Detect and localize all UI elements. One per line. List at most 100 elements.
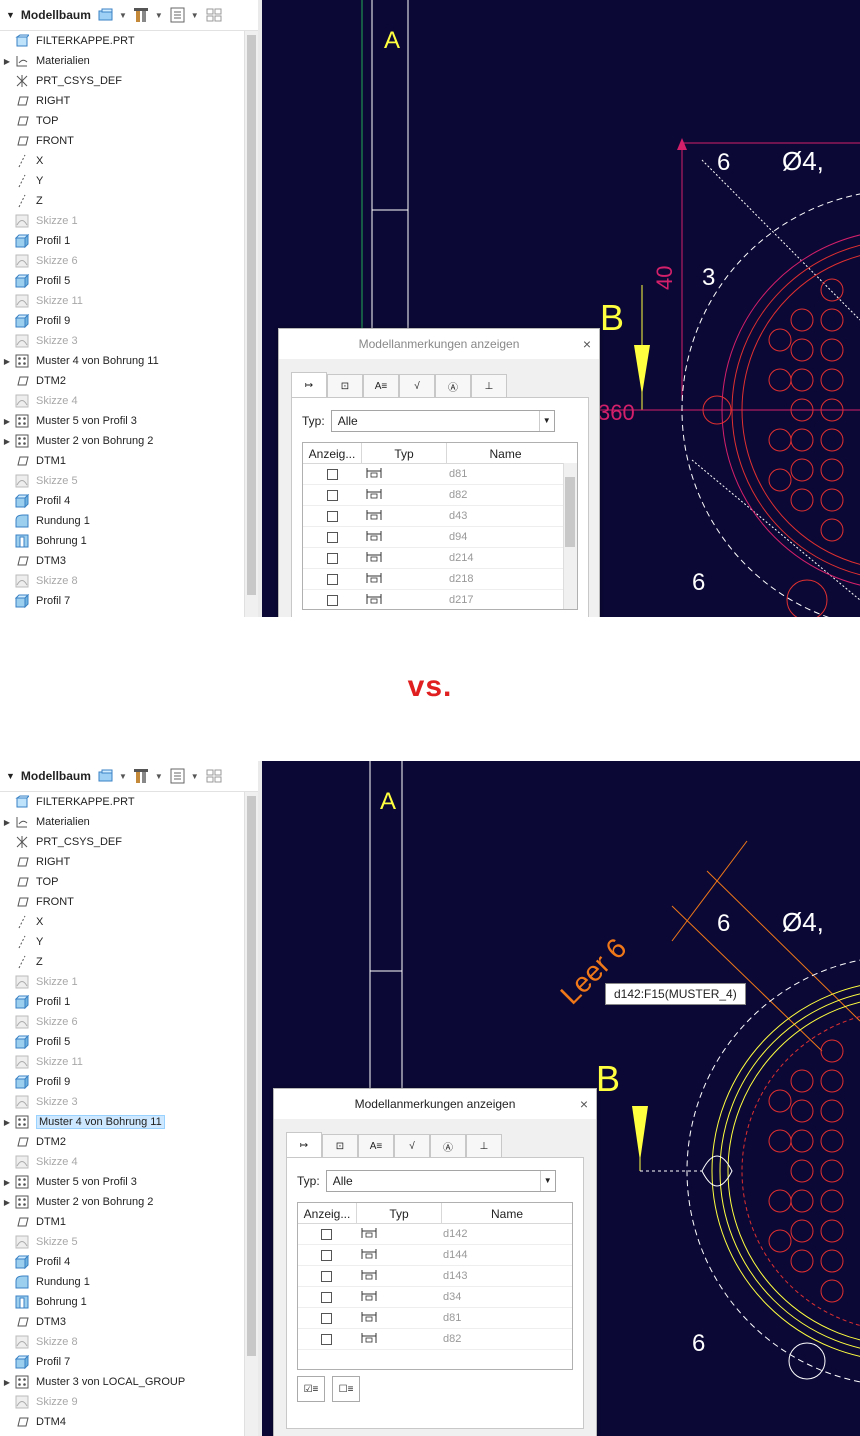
collapse-caret-icon[interactable]: ▼: [6, 10, 15, 20]
tab-datums[interactable]: ⊥: [466, 1134, 502, 1157]
col-show-header[interactable]: Anzeig...: [303, 443, 362, 463]
show-checkbox[interactable]: [321, 1228, 333, 1240]
tree-item[interactable]: Profil 5: [0, 271, 244, 291]
show-checkbox[interactable]: [326, 552, 338, 564]
show-checkbox[interactable]: [326, 531, 338, 543]
tree-item[interactable]: RIGHT: [0, 91, 244, 111]
tree-item[interactable]: DTM4: [0, 1412, 244, 1432]
tree-item[interactable]: Bohrung 1: [0, 1292, 244, 1312]
chevron-down-icon[interactable]: ▼: [191, 772, 199, 781]
tab-geometric-tolerances[interactable]: ⊡: [322, 1134, 358, 1157]
show-checkbox[interactable]: [321, 1291, 333, 1303]
col-name-header[interactable]: Name: [447, 443, 564, 463]
tree-item[interactable]: ▶ Materialien: [0, 51, 244, 71]
tree-item[interactable]: Rundung 1: [0, 1272, 244, 1292]
deselect-all-button[interactable]: ☐≡: [332, 1376, 361, 1402]
tree-item[interactable]: Skizze 11: [0, 291, 244, 311]
close-icon[interactable]: ×: [580, 1089, 588, 1119]
tree-item[interactable]: Skizze 4: [0, 1152, 244, 1172]
tree-item[interactable]: Profil 1: [0, 231, 244, 251]
chevron-down-icon[interactable]: ▼: [538, 411, 554, 431]
tree-item[interactable]: ▶ Muster 2 von Bohrung 2: [0, 431, 244, 451]
tree-item[interactable]: Z: [0, 952, 244, 972]
expand-arrow-icon[interactable]: ▶: [0, 1178, 14, 1187]
table-row[interactable]: d34: [298, 1287, 572, 1308]
tree-item[interactable]: Profil 1: [0, 992, 244, 1012]
col-type-header[interactable]: Typ: [362, 443, 447, 463]
tab-datums[interactable]: ⊥: [471, 374, 507, 397]
select-all-button[interactable]: ☑≡: [297, 1376, 325, 1402]
scrollbar-thumb[interactable]: [247, 35, 256, 595]
tab-notes[interactable]: A≡: [358, 1134, 394, 1157]
expand-arrow-icon[interactable]: ▶: [0, 57, 14, 66]
tree-item[interactable]: Profil 7: [0, 591, 244, 611]
table-row[interactable]: d82: [298, 1329, 572, 1350]
tree-columns-icon[interactable]: [205, 768, 223, 784]
chevron-down-icon[interactable]: ▼: [155, 772, 163, 781]
expand-arrow-icon[interactable]: ▶: [0, 357, 14, 366]
tree-item[interactable]: Profil 5: [0, 1032, 244, 1052]
tree-item[interactable]: Bohrung 1: [0, 531, 244, 551]
show-checkbox[interactable]: [326, 489, 338, 501]
tree-item[interactable]: Skizze 8: [0, 1332, 244, 1352]
tree-item[interactable]: Profil 9: [0, 311, 244, 331]
show-checkbox[interactable]: [326, 573, 338, 585]
scrollbar-thumb[interactable]: [247, 796, 256, 1356]
display-settings-icon[interactable]: [97, 7, 115, 23]
col-show-header[interactable]: Anzeig...: [298, 1203, 357, 1223]
tree-item[interactable]: FRONT: [0, 131, 244, 151]
tree-filter-icon[interactable]: [169, 7, 187, 23]
expand-arrow-icon[interactable]: ▶: [0, 818, 14, 827]
tree-item[interactable]: ▶ Muster 5 von Profil 3: [0, 411, 244, 431]
tree-item[interactable]: Skizze 8: [0, 571, 244, 591]
tree-item[interactable]: PRT_CSYS_DEF: [0, 71, 244, 91]
table-row[interactable]: d144: [298, 1245, 572, 1266]
tree-item[interactable]: Skizze 6: [0, 251, 244, 271]
tree-item[interactable]: DTM1: [0, 451, 244, 471]
show-checkbox[interactable]: [321, 1270, 333, 1282]
tab-dimensions[interactable]: ↦: [286, 1132, 322, 1157]
col-name-header[interactable]: Name: [442, 1203, 572, 1223]
tree-item[interactable]: RIGHT: [0, 852, 244, 872]
table-row[interactable]: d82: [303, 485, 577, 506]
tab-symbols[interactable]: Ⓐ: [435, 374, 471, 397]
tree-item[interactable]: Skizze 9: [0, 1392, 244, 1412]
tree-item[interactable]: Z: [0, 191, 244, 211]
table-scrollbar[interactable]: [563, 463, 577, 609]
tab-dimensions[interactable]: ↦: [291, 372, 327, 397]
tree-item[interactable]: Skizze 11: [0, 1052, 244, 1072]
tools-icon[interactable]: [133, 768, 151, 784]
tree-item[interactable]: X: [0, 912, 244, 932]
close-icon[interactable]: ×: [583, 329, 591, 359]
tools-icon[interactable]: [133, 7, 151, 23]
type-filter-select[interactable]: Alle ▼: [330, 410, 555, 432]
expand-arrow-icon[interactable]: ▶: [0, 1198, 14, 1207]
table-row[interactable]: d143: [298, 1266, 572, 1287]
tree-item[interactable]: Profil 9: [0, 1072, 244, 1092]
tree-item[interactable]: ▶ Muster 2 von Bohrung 2: [0, 1192, 244, 1212]
chevron-down-icon[interactable]: ▼: [155, 11, 163, 20]
show-checkbox[interactable]: [321, 1312, 333, 1324]
tree-filter-icon[interactable]: [169, 768, 187, 784]
table-row[interactable]: d43: [303, 506, 577, 527]
scrollbar-thumb[interactable]: [565, 477, 575, 547]
table-row[interactable]: d218: [303, 569, 577, 590]
tree-item[interactable]: ▶ Muster 5 von Profil 3: [0, 1172, 244, 1192]
tree-item[interactable]: ▶ Muster 4 von Bohrung 11: [0, 1112, 244, 1132]
tree-item[interactable]: ▶ Materialien: [0, 812, 244, 832]
tree-item[interactable]: Skizze 6: [0, 1012, 244, 1032]
tree-item[interactable]: Profil 7: [0, 1352, 244, 1372]
tab-geometric-tolerances[interactable]: ⊡: [327, 374, 363, 397]
tree-item[interactable]: PRT_CSYS_DEF: [0, 832, 244, 852]
tree-item[interactable]: DTM2: [0, 371, 244, 391]
expand-arrow-icon[interactable]: ▶: [0, 1378, 14, 1387]
table-row[interactable]: d142: [298, 1224, 572, 1245]
chevron-down-icon[interactable]: ▼: [119, 11, 127, 20]
show-checkbox[interactable]: [326, 510, 338, 522]
expand-arrow-icon[interactable]: ▶: [0, 1118, 14, 1127]
tree-item[interactable]: Profil 4: [0, 491, 244, 511]
tree-item[interactable]: TOP: [0, 111, 244, 131]
expand-arrow-icon[interactable]: ▶: [0, 417, 14, 426]
type-filter-select[interactable]: Alle ▼: [325, 1170, 556, 1192]
tree-item[interactable]: Y: [0, 932, 244, 952]
